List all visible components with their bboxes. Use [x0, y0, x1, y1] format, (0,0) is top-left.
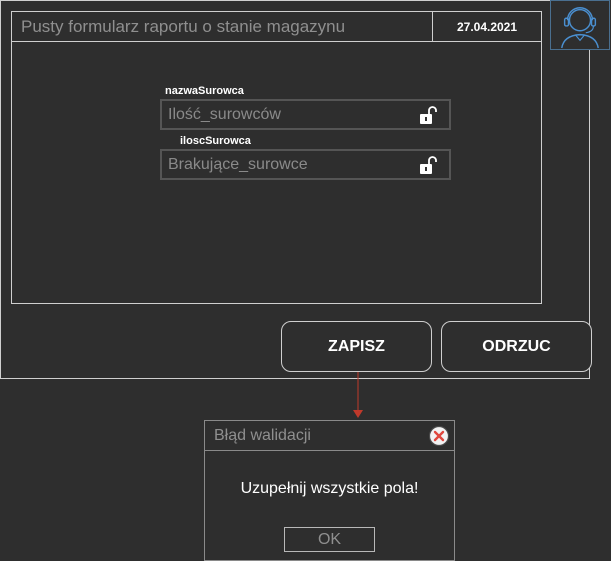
unlocked-padlock-icon [420, 156, 437, 174]
main-window: Pusty formularz raportu o stanie magazyn… [0, 0, 592, 379]
nazwa-surowca-field [160, 99, 451, 130]
date-display: 27.04.2021 [432, 12, 541, 41]
reject-button[interactable]: ODRZUC [441, 321, 592, 372]
user-headset-avatar-icon [561, 7, 599, 49]
field-label-ilosc-surowca: iloscSurowca [180, 135, 251, 147]
save-button[interactable]: ZAPISZ [281, 321, 432, 372]
arrow-to-dialog [353, 372, 363, 418]
user-avatar[interactable] [550, 0, 610, 50]
validation-error-dialog: Błąd walidacji Uzupełnij wszystkie pola!… [204, 420, 455, 561]
unlocked-padlock-icon [420, 106, 437, 124]
dialog-header: Błąd walidacji [205, 421, 454, 451]
close-icon[interactable] [428, 425, 450, 447]
nazwa-surowca-input[interactable] [162, 101, 408, 128]
field-label-nazwa-surowca: nazwaSurowca [165, 85, 244, 97]
form-title-bar: Pusty formularz raportu o stanie magazyn… [12, 12, 541, 42]
form-title: Pusty formularz raportu o stanie magazyn… [21, 17, 346, 36]
form-panel: Pusty formularz raportu o stanie magazyn… [11, 11, 542, 304]
dialog-message: Uzupełnij wszystkie pola! [240, 480, 419, 497]
ok-button[interactable]: OK [284, 527, 375, 552]
ilosc-surowca-field [160, 149, 451, 180]
ilosc-surowca-input[interactable] [162, 151, 408, 178]
dialog-title: Błąd walidacji [214, 427, 311, 444]
